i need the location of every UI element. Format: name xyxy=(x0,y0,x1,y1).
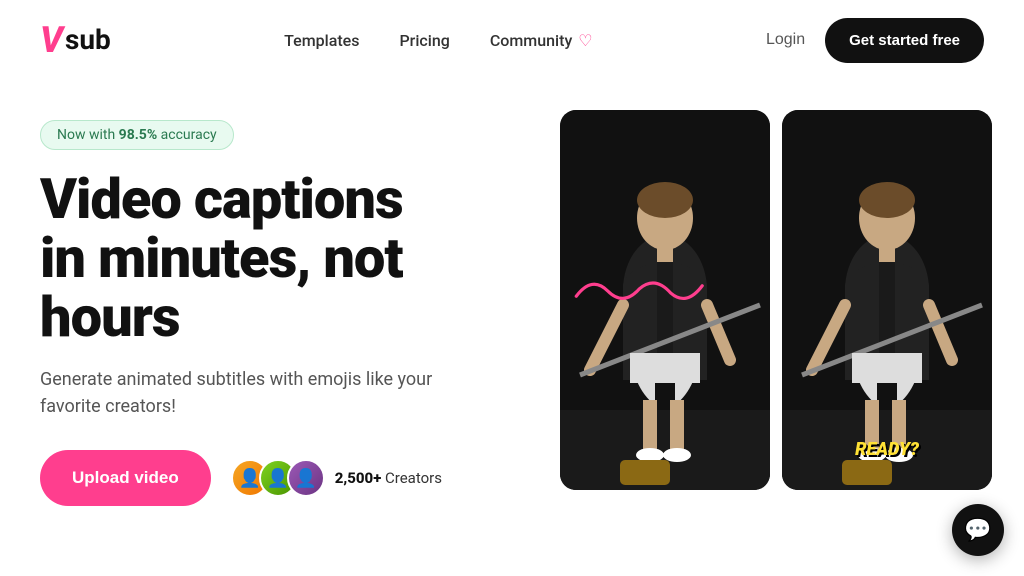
avatar-3 xyxy=(287,459,325,497)
heart-icon: ♡ xyxy=(578,31,592,50)
main-nav: Templates Pricing Community ♡ xyxy=(284,31,593,50)
video-caption-label: READY? xyxy=(855,439,919,460)
header: V sub Templates Pricing Community ♡ Logi… xyxy=(0,0,1024,80)
video-card-captioned: READY? READY? xyxy=(782,110,992,490)
logo[interactable]: V sub xyxy=(40,22,111,58)
hero-right: READY? READY? xyxy=(560,110,992,490)
creators-row: 2,500+ Creators xyxy=(231,459,442,497)
nav-community[interactable]: Community ♡ xyxy=(490,31,593,50)
hero-left: Now with 98.5% accuracy Video captions i… xyxy=(40,110,520,506)
chat-icon: 💬 xyxy=(964,518,991,543)
nav-templates[interactable]: Templates xyxy=(284,31,359,50)
creators-count: 2,500+ xyxy=(335,469,382,487)
hero-subtitle: Generate animated subtitles with emojis … xyxy=(40,366,460,420)
logo-v: V xyxy=(40,22,63,58)
upload-video-button[interactable]: Upload video xyxy=(40,450,211,506)
nav-actions: Login Get started free xyxy=(766,18,984,63)
login-button[interactable]: Login xyxy=(766,31,805,49)
accuracy-badge: Now with 98.5% accuracy xyxy=(40,120,234,150)
logo-sub: sub xyxy=(65,26,111,54)
chat-bubble-button[interactable]: 💬 xyxy=(952,504,1004,556)
video-card-plain xyxy=(560,110,770,490)
hero-title: Video captions in minutes, not hours xyxy=(40,170,520,346)
get-started-button[interactable]: Get started free xyxy=(825,18,984,63)
hero-section: Now with 98.5% accuracy Video captions i… xyxy=(0,80,1024,506)
avatar-stack xyxy=(231,459,325,497)
hero-cta-row: Upload video 2,500+ Creators xyxy=(40,450,520,506)
creators-text: 2,500+ Creators xyxy=(335,469,442,487)
nav-pricing[interactable]: Pricing xyxy=(399,31,449,50)
